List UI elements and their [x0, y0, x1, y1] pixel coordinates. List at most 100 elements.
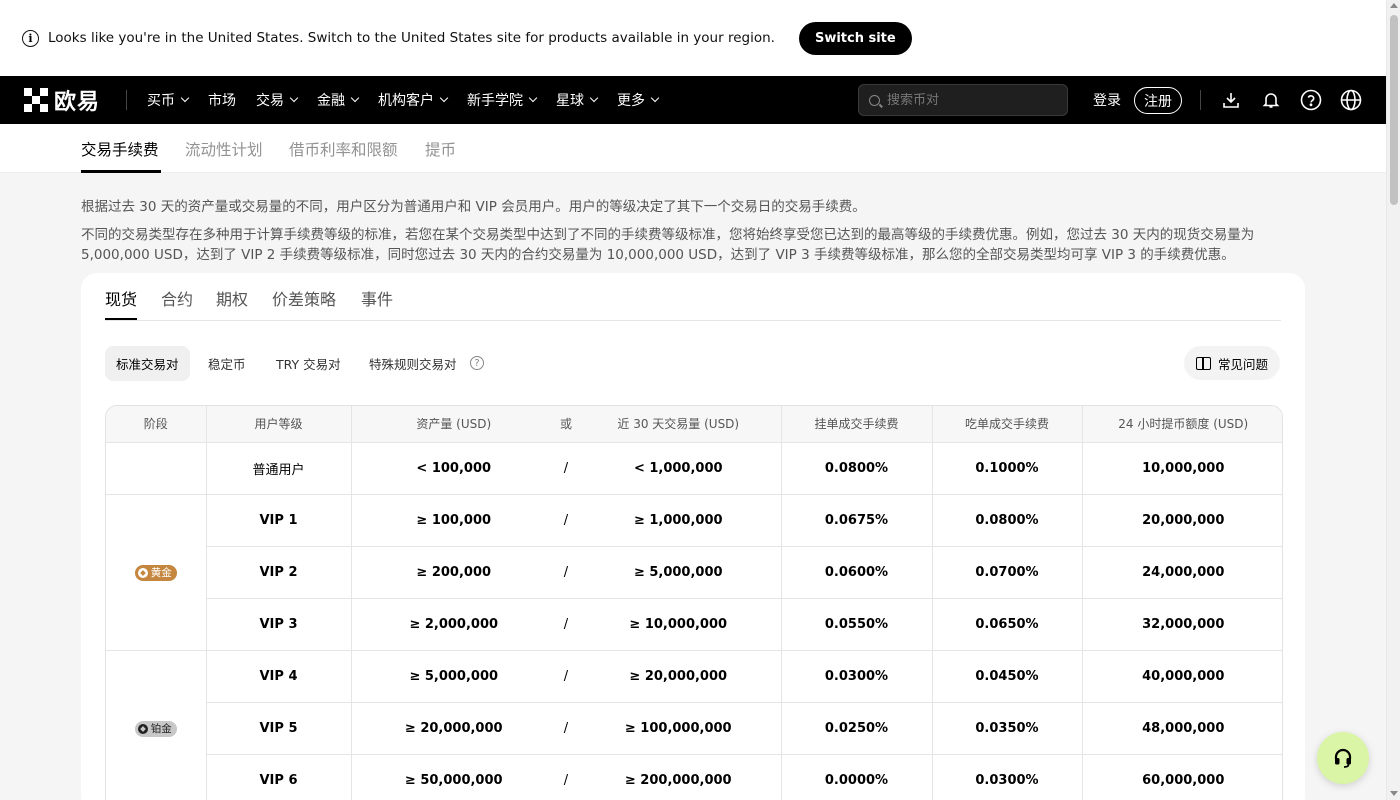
search-box[interactable]: [858, 84, 1068, 116]
scroll-down-icon[interactable]: [1390, 791, 1398, 796]
nav-item-academy[interactable]: 新手学院: [467, 90, 538, 110]
or-separator: /: [556, 494, 576, 547]
volume-value: ≥ 10,000,000: [576, 598, 782, 651]
or-separator: /: [556, 598, 576, 651]
tab-futures[interactable]: 合约: [161, 286, 193, 310]
user-level: VIP 3: [206, 598, 352, 651]
maker-fee: 0.0550%: [781, 598, 933, 651]
chevron-down-icon: [589, 93, 599, 103]
nav-item-trade[interactable]: 交易: [256, 90, 299, 110]
help-icon[interactable]: [1299, 88, 1323, 112]
nav-item-buy-crypto[interactable]: 买币: [147, 90, 190, 110]
fee-description-2: 不同的交易类型存在多种用于计算手续费等级的标准，若您在某个交易类型中达到了不同的…: [81, 227, 1255, 263]
or-separator: /: [556, 754, 576, 800]
column-header-volume: 近 30 天交易量 (USD): [576, 406, 782, 443]
faq-label: 常见问题: [1218, 356, 1269, 372]
chevron-down-icon: [289, 93, 299, 103]
scrollbar-thumb[interactable]: [1390, 15, 1398, 205]
scroll-up-icon[interactable]: [1390, 3, 1398, 8]
search-input[interactable]: [887, 92, 1057, 108]
user-level: VIP 4: [206, 650, 352, 703]
tab-spread-strategy[interactable]: 价差策略: [272, 286, 336, 310]
taker-fee: 0.0300%: [932, 754, 1083, 800]
or-separator: /: [556, 546, 576, 599]
login-link[interactable]: 登录: [1093, 90, 1121, 110]
nav-item-planet[interactable]: 星球: [556, 90, 599, 110]
table-row: VIP 6 ≥ 50,000,000 / ≥ 200,000,000 0.000…: [106, 754, 1282, 800]
download-icon[interactable]: [1219, 88, 1243, 112]
tab-trading-fees[interactable]: 交易手续费: [81, 138, 159, 160]
nav-item-market[interactable]: 市场: [208, 90, 236, 110]
withdrawal-limit: 10,000,000: [1082, 442, 1282, 495]
tab-options[interactable]: 期权: [216, 286, 248, 310]
nav-item-label: 金融: [317, 93, 346, 109]
gold-tier-badge: 黄金: [134, 564, 177, 581]
subtab-stablecoins[interactable]: 稳定币: [197, 346, 257, 381]
withdrawal-limit: 40,000,000: [1082, 650, 1282, 703]
volume-value: ≥ 20,000,000: [576, 650, 782, 703]
nav-item-finance[interactable]: 金融: [317, 90, 360, 110]
nav-item-label: 更多: [617, 93, 646, 109]
globe-icon[interactable]: [1339, 88, 1363, 112]
info-icon: i: [22, 29, 39, 47]
nav-item-more[interactable]: 更多: [617, 90, 660, 110]
nav-divider: [126, 90, 128, 110]
column-header-or: 或: [556, 406, 576, 443]
diamond-icon: [137, 567, 148, 578]
nav-item-label: 新手学院: [467, 93, 524, 109]
maker-fee: 0.0675%: [781, 494, 933, 547]
withdrawal-limit: 32,000,000: [1082, 598, 1282, 651]
tier-label: 铂金: [150, 723, 172, 735]
taker-fee: 0.0350%: [932, 702, 1083, 755]
chevron-down-icon: [350, 93, 360, 103]
column-header-maker-fee: 挂单成交手续费: [781, 406, 933, 443]
assets-value: ≥ 2,000,000: [351, 598, 556, 651]
fee-description-1: 根据过去 30 天的资产量或交易量的不同，用户区分为普通用户和 VIP 会员用户…: [81, 199, 866, 215]
bell-icon[interactable]: [1259, 88, 1283, 112]
tab-borrow-rates[interactable]: 借币利率和限额: [289, 138, 398, 160]
assets-value: < 100,000: [351, 442, 556, 495]
taker-fee: 0.0700%: [932, 546, 1083, 599]
or-separator: /: [556, 650, 576, 703]
volume-value: ≥ 100,000,000: [576, 702, 782, 755]
user-level: VIP 6: [206, 754, 352, 800]
withdrawal-limit: 48,000,000: [1082, 702, 1282, 755]
chevron-down-icon: [180, 93, 190, 103]
tab-withdrawal[interactable]: 提币: [425, 138, 456, 160]
tab-divider: [105, 320, 1281, 321]
volume-value: ≥ 200,000,000: [576, 754, 782, 800]
taker-fee: 0.0800%: [932, 494, 1083, 547]
subtab-special-rules[interactable]: 特殊规则交易对: [358, 346, 468, 381]
fee-table: 阶段 用户等级 资产量 (USD) 或 近 30 天交易量 (USD) 挂单成交…: [105, 405, 1283, 800]
register-button[interactable]: 注册: [1134, 87, 1182, 114]
chevron-down-icon: [439, 93, 449, 103]
logo[interactable]: 欧易: [24, 84, 100, 116]
headset-icon: [1334, 748, 1352, 768]
assets-value: ≥ 20,000,000: [351, 702, 556, 755]
nav-item-institutional[interactable]: 机构客户: [378, 90, 449, 110]
withdrawal-limit: 60,000,000: [1082, 754, 1282, 800]
subtab-standard-pairs[interactable]: 标准交易对: [105, 346, 190, 381]
table-row: VIP 3 ≥ 2,000,000 / ≥ 10,000,000 0.0550%…: [106, 598, 1282, 651]
chevron-down-icon: [528, 93, 538, 103]
switch-site-button[interactable]: Switch site: [798, 21, 912, 55]
diamond-icon: [137, 723, 148, 734]
taker-fee: 0.1000%: [932, 442, 1083, 495]
tab-events[interactable]: 事件: [361, 286, 393, 310]
chevron-down-icon: [650, 93, 660, 103]
table-row: 黄金 VIP 1 ≥ 100,000 / ≥ 1,000,000 0.0675%…: [106, 494, 1282, 651]
or-separator: /: [556, 442, 576, 495]
faq-button[interactable]: 常见问题: [1184, 346, 1281, 380]
question-icon[interactable]: ?: [470, 356, 484, 370]
page-scrollbar[interactable]: [1386, 0, 1400, 800]
tab-liquidity-program[interactable]: 流动性计划: [185, 138, 263, 160]
table-header-row: 阶段 用户等级 资产量 (USD) 或 近 30 天交易量 (USD) 挂单成交…: [106, 406, 1282, 443]
support-chat-button[interactable]: [1317, 732, 1369, 784]
subtab-try-pairs[interactable]: TRY 交易对: [265, 346, 352, 381]
maker-fee: 0.0250%: [781, 702, 933, 755]
nav-item-label: 买币: [147, 93, 176, 109]
column-header-taker-fee: 吃单成交手续费: [932, 406, 1083, 443]
table-row: 普通用户 < 100,000 / < 1,000,000 0.0800% 0.1…: [106, 442, 1282, 495]
user-level: VIP 1: [206, 494, 352, 547]
tab-spot[interactable]: 现货: [105, 286, 137, 310]
